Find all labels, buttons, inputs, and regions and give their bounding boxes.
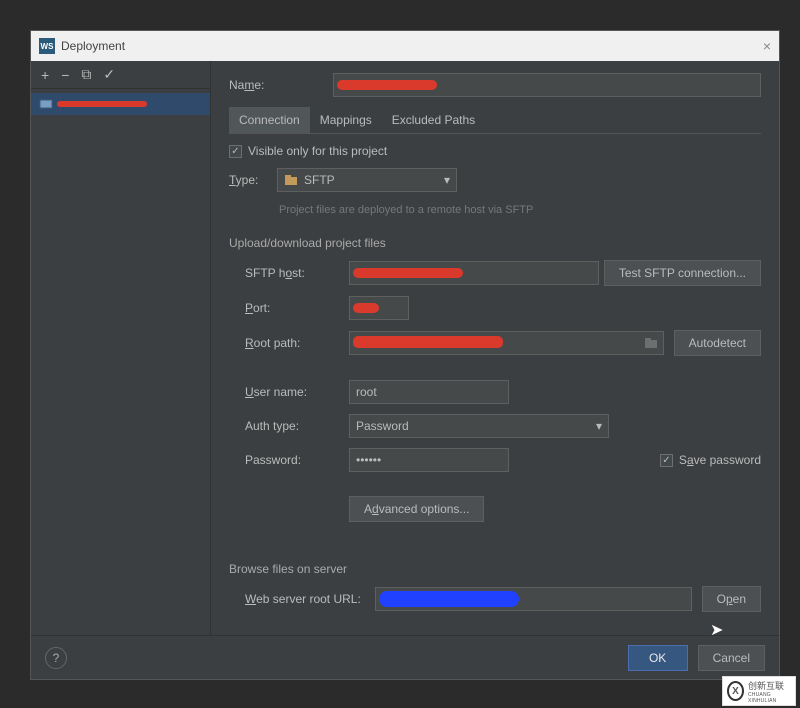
user-label: User name: xyxy=(245,385,349,399)
redacted-name xyxy=(337,80,437,90)
auth-select[interactable]: Password ▾ xyxy=(349,414,609,438)
type-label: Type: xyxy=(229,173,277,187)
save-password-checkbox[interactable]: ✓ xyxy=(660,454,673,467)
watermark-text2: CHUANG XINHULIAN xyxy=(748,692,791,704)
auth-value: Password xyxy=(356,419,409,433)
chevron-down-icon: ▾ xyxy=(444,173,450,187)
visible-only-checkbox[interactable]: ✓ xyxy=(229,145,242,158)
watermark-logo: X xyxy=(727,681,744,701)
tab-connection[interactable]: Connection xyxy=(229,107,310,133)
web-url-label: Web server root URL: xyxy=(245,592,375,606)
open-button[interactable]: Open xyxy=(702,586,761,612)
name-label: Name: xyxy=(229,78,333,92)
main-panel: Name: Connection Mappings Excluded Paths… xyxy=(211,61,779,635)
cancel-button[interactable]: Cancel xyxy=(698,645,765,671)
watermark-text1: 创新互联 xyxy=(748,679,791,692)
test-connection-button[interactable]: Test SFTP connection... xyxy=(604,260,761,286)
redacted-server-name xyxy=(57,101,147,107)
browse-section-title: Browse files on server xyxy=(229,562,761,576)
server-icon xyxy=(39,98,53,110)
tabs: Connection Mappings Excluded Paths xyxy=(229,107,761,134)
folder-icon[interactable] xyxy=(644,337,658,349)
deployment-dialog: WS Deployment × + − ⧉ ✓ Name: xyxy=(30,30,780,680)
type-select[interactable]: SFTP ▾ xyxy=(277,168,457,192)
visible-only-label: Visible only for this project xyxy=(248,144,387,158)
apply-icon[interactable]: ✓ xyxy=(103,66,115,83)
add-icon[interactable]: + xyxy=(41,67,49,83)
ok-button[interactable]: OK xyxy=(628,645,688,671)
password-input[interactable] xyxy=(349,448,509,472)
title-text: Deployment xyxy=(61,39,125,53)
port-label: Port: xyxy=(245,301,349,315)
upload-section-title: Upload/download project files xyxy=(229,236,761,250)
user-input[interactable] xyxy=(349,380,509,404)
save-password-label: Save password xyxy=(679,453,761,467)
sidebar: + − ⧉ ✓ xyxy=(31,61,211,635)
close-icon[interactable]: × xyxy=(763,38,771,54)
sftp-icon xyxy=(284,174,298,186)
dialog-footer: ? OK Cancel xyxy=(31,635,779,679)
titlebar: WS Deployment × xyxy=(31,31,779,61)
chevron-down-icon: ▾ xyxy=(596,419,602,433)
autodetect-button[interactable]: Autodetect xyxy=(674,330,761,356)
advanced-button[interactable]: Advanced options... xyxy=(349,496,484,522)
sftp-host-label: SFTP host: xyxy=(245,266,349,280)
auth-label: Auth type: xyxy=(245,419,349,433)
root-path-label: Root path: xyxy=(245,336,349,350)
redacted-host xyxy=(353,268,463,278)
sidebar-toolbar: + − ⧉ ✓ xyxy=(31,61,210,89)
app-icon: WS xyxy=(39,38,55,54)
remove-icon[interactable]: − xyxy=(61,67,69,83)
copy-icon[interactable]: ⧉ xyxy=(81,66,91,83)
tab-mappings[interactable]: Mappings xyxy=(310,107,382,133)
type-hint: Project files are deployed to a remote h… xyxy=(279,204,761,216)
watermark: X 创新互联 CHUANG XINHULIAN xyxy=(722,676,796,706)
redacted-url xyxy=(379,591,519,607)
password-label: Password: xyxy=(245,453,349,467)
tab-excluded[interactable]: Excluded Paths xyxy=(382,107,485,133)
help-button[interactable]: ? xyxy=(45,647,67,669)
server-tree xyxy=(31,89,210,119)
server-tree-item[interactable] xyxy=(31,93,210,115)
redacted-root-path xyxy=(353,336,503,348)
redacted-port xyxy=(353,303,379,313)
type-value: SFTP xyxy=(304,173,335,187)
